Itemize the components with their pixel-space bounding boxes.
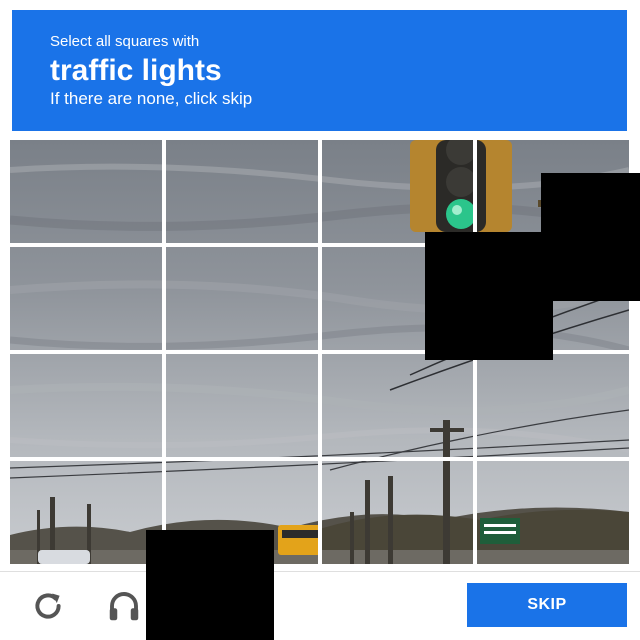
tile-image (10, 354, 162, 457)
captcha-tile-r1-c2[interactable] (166, 140, 318, 243)
tile-image (166, 354, 318, 457)
instruction-note: If there are none, click skip (50, 89, 253, 108)
captcha-tile-r4-c1[interactable] (10, 461, 162, 564)
reload-button[interactable] (28, 586, 68, 626)
footer-divider (0, 571, 640, 572)
redaction-block (146, 530, 274, 640)
captcha-tile-r1-c1[interactable] (10, 140, 162, 243)
captcha-tile-r3-c3[interactable] (322, 354, 474, 457)
reload-icon (35, 593, 61, 619)
challenge-header: Select all squares with traffic lights I… (12, 10, 627, 131)
tile-image (322, 140, 474, 243)
tile-image (477, 461, 629, 564)
redaction-block (541, 173, 640, 301)
tile-image (10, 461, 162, 564)
captcha-tile-r4-c3[interactable] (322, 461, 474, 564)
captcha-challenge: Select all squares with traffic lights I… (0, 0, 640, 640)
tile-image (10, 247, 162, 350)
tile-image (166, 140, 318, 243)
instruction-lead: Select all squares with (50, 33, 200, 50)
captcha-tile-r4-c4[interactable] (477, 461, 629, 564)
captcha-tile-r3-c1[interactable] (10, 354, 162, 457)
skip-button[interactable]: SKIP (467, 583, 627, 627)
captcha-tile-r3-c2[interactable] (166, 354, 318, 457)
tile-image (166, 247, 318, 350)
captcha-tile-r1-c3[interactable] (322, 140, 474, 243)
tile-image (477, 354, 629, 457)
tile-image (322, 461, 474, 564)
headphones-icon (109, 592, 139, 621)
redaction-block (425, 232, 553, 360)
tile-image (10, 140, 162, 243)
instruction-target: traffic lights (50, 54, 222, 87)
captcha-tile-r2-c2[interactable] (166, 247, 318, 350)
captcha-tile-r2-c1[interactable] (10, 247, 162, 350)
audio-challenge-button[interactable] (104, 586, 144, 626)
tile-image (322, 354, 474, 457)
captcha-tile-r3-c4[interactable] (477, 354, 629, 457)
